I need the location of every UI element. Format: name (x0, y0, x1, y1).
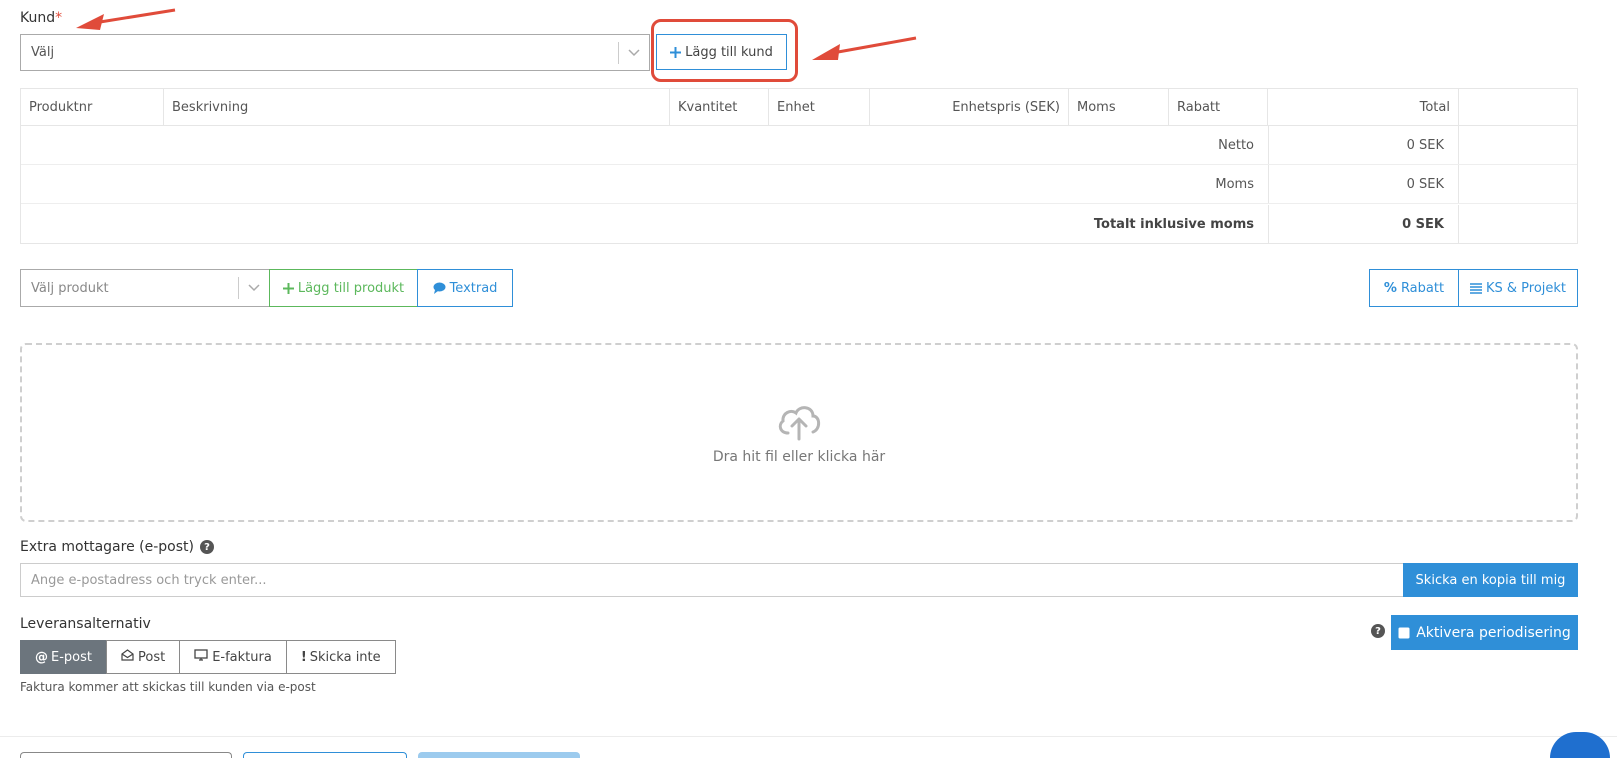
delivery-label: Leveransalternativ (20, 616, 151, 632)
text-row-label: Textrad (449, 280, 498, 296)
footer-divider (0, 736, 1617, 737)
customer-label-text: Kund (20, 10, 56, 26)
delivery-options: @ E-post Post E-faktura ! Skicka inte (20, 640, 396, 674)
email-input-placeholder: Ange e-postadress och tryck enter... (31, 572, 267, 588)
customer-select-value: Välj (31, 45, 55, 60)
chevron-down-icon[interactable] (619, 48, 649, 57)
summary-label: Moms (1215, 176, 1254, 192)
comment-icon (433, 282, 446, 294)
add-product-button[interactable]: Lägg till produkt (269, 269, 418, 307)
product-table: Produktnr Beskrivning Kvantitet Enhet En… (20, 88, 1578, 244)
column-header: Kvantitet (670, 89, 769, 126)
required-mark: * (55, 10, 63, 26)
envelope-open-icon (121, 649, 134, 665)
exclamation-icon: ! (300, 649, 307, 665)
add-customer-label: Lägg till kund (685, 44, 773, 60)
summary-label: Netto (1218, 137, 1254, 153)
customer-label: Kund* (20, 10, 62, 26)
delivery-option-label: E-post (51, 649, 92, 665)
activate-periodization-label: Aktivera periodisering (1416, 624, 1571, 641)
product-select[interactable]: Välj produkt (20, 269, 270, 307)
delivery-option-none[interactable]: ! Skicka inte (285, 640, 396, 674)
summary-value: 0 SEK (1268, 126, 1459, 164)
product-select-placeholder: Välj produkt (31, 280, 109, 296)
add-product-label: Lägg till produkt (297, 280, 405, 296)
summary-row-vat: Moms 0 SEK (21, 165, 1577, 204)
cloud-upload-icon (775, 401, 823, 445)
column-header-actions (1459, 89, 1577, 126)
customer-select[interactable]: Välj (20, 34, 650, 71)
ks-project-button[interactable]: KS & Projekt (1458, 269, 1578, 307)
delivery-option-email[interactable]: @ E-post (20, 640, 107, 674)
ks-project-label: KS & Projekt (1485, 280, 1567, 296)
delivery-option-post[interactable]: Post (105, 640, 181, 674)
file-dropzone[interactable]: Dra hit fil eller klicka här (20, 343, 1578, 522)
summary-row-total: Totalt inklusive moms 0 SEK (21, 205, 1577, 244)
summary-row-net: Netto 0 SEK (21, 126, 1577, 165)
column-header: Beskrivning (164, 89, 670, 126)
activate-periodization-button[interactable]: Aktivera periodisering (1391, 615, 1578, 650)
summary-value: 0 SEK (1268, 165, 1459, 203)
text-row-button[interactable]: Textrad (417, 269, 513, 307)
summary-label: Totalt inklusive moms (1093, 217, 1254, 232)
column-header: Moms (1069, 89, 1169, 126)
chevron-down-icon[interactable] (239, 284, 269, 292)
column-header: Enhet (769, 89, 870, 126)
extra-recipients-label: Extra mottagare (e-post) ? (20, 539, 214, 555)
summary-value: 0 SEK (1268, 205, 1459, 244)
footer-button[interactable] (20, 752, 232, 758)
checkbox-icon (1398, 627, 1410, 639)
column-header: Enhetspris (SEK) (870, 89, 1069, 126)
column-header: Rabatt (1169, 89, 1268, 126)
extra-recipients-text: Extra mottagare (e-post) (20, 539, 194, 555)
annotation-arrow-icon (76, 8, 176, 30)
help-icon[interactable]: ? (199, 540, 214, 554)
delivery-option-label: E-faktura (212, 649, 272, 665)
desktop-icon (194, 649, 208, 665)
list-icon (1469, 282, 1482, 294)
column-header: Total (1268, 89, 1459, 126)
footer-button[interactable] (243, 752, 407, 758)
send-copy-label: Skicka en kopia till mig (1415, 572, 1566, 588)
percent-icon: % (1383, 280, 1397, 296)
dropzone-text: Dra hit fil eller klicka här (712, 448, 886, 465)
plus-icon (282, 282, 294, 294)
footer-button[interactable] (418, 752, 580, 758)
plus-icon (670, 46, 682, 58)
discount-label: Rabatt (1400, 280, 1445, 296)
delivery-hint: Faktura kommer att skickas till kunden v… (20, 680, 316, 694)
at-icon: @ (35, 649, 48, 665)
email-input[interactable]: Ange e-postadress och tryck enter... (20, 563, 1404, 597)
send-copy-button[interactable]: Skicka en kopia till mig (1403, 563, 1578, 597)
delivery-label-text: Leveransalternativ (20, 616, 151, 632)
annotation-arrow-icon (812, 36, 917, 60)
delivery-option-label: Skicka inte (309, 649, 381, 665)
help-icon[interactable]: ? (1371, 624, 1385, 638)
delivery-option-label: Post (137, 649, 166, 665)
discount-button[interactable]: % Rabatt (1369, 269, 1459, 307)
table-header: Produktnr Beskrivning Kvantitet Enhet En… (21, 89, 1577, 126)
column-header: Produktnr (21, 89, 164, 126)
delivery-option-einvoice[interactable]: E-faktura (179, 640, 287, 674)
add-customer-button[interactable]: Lägg till kund (656, 34, 787, 70)
